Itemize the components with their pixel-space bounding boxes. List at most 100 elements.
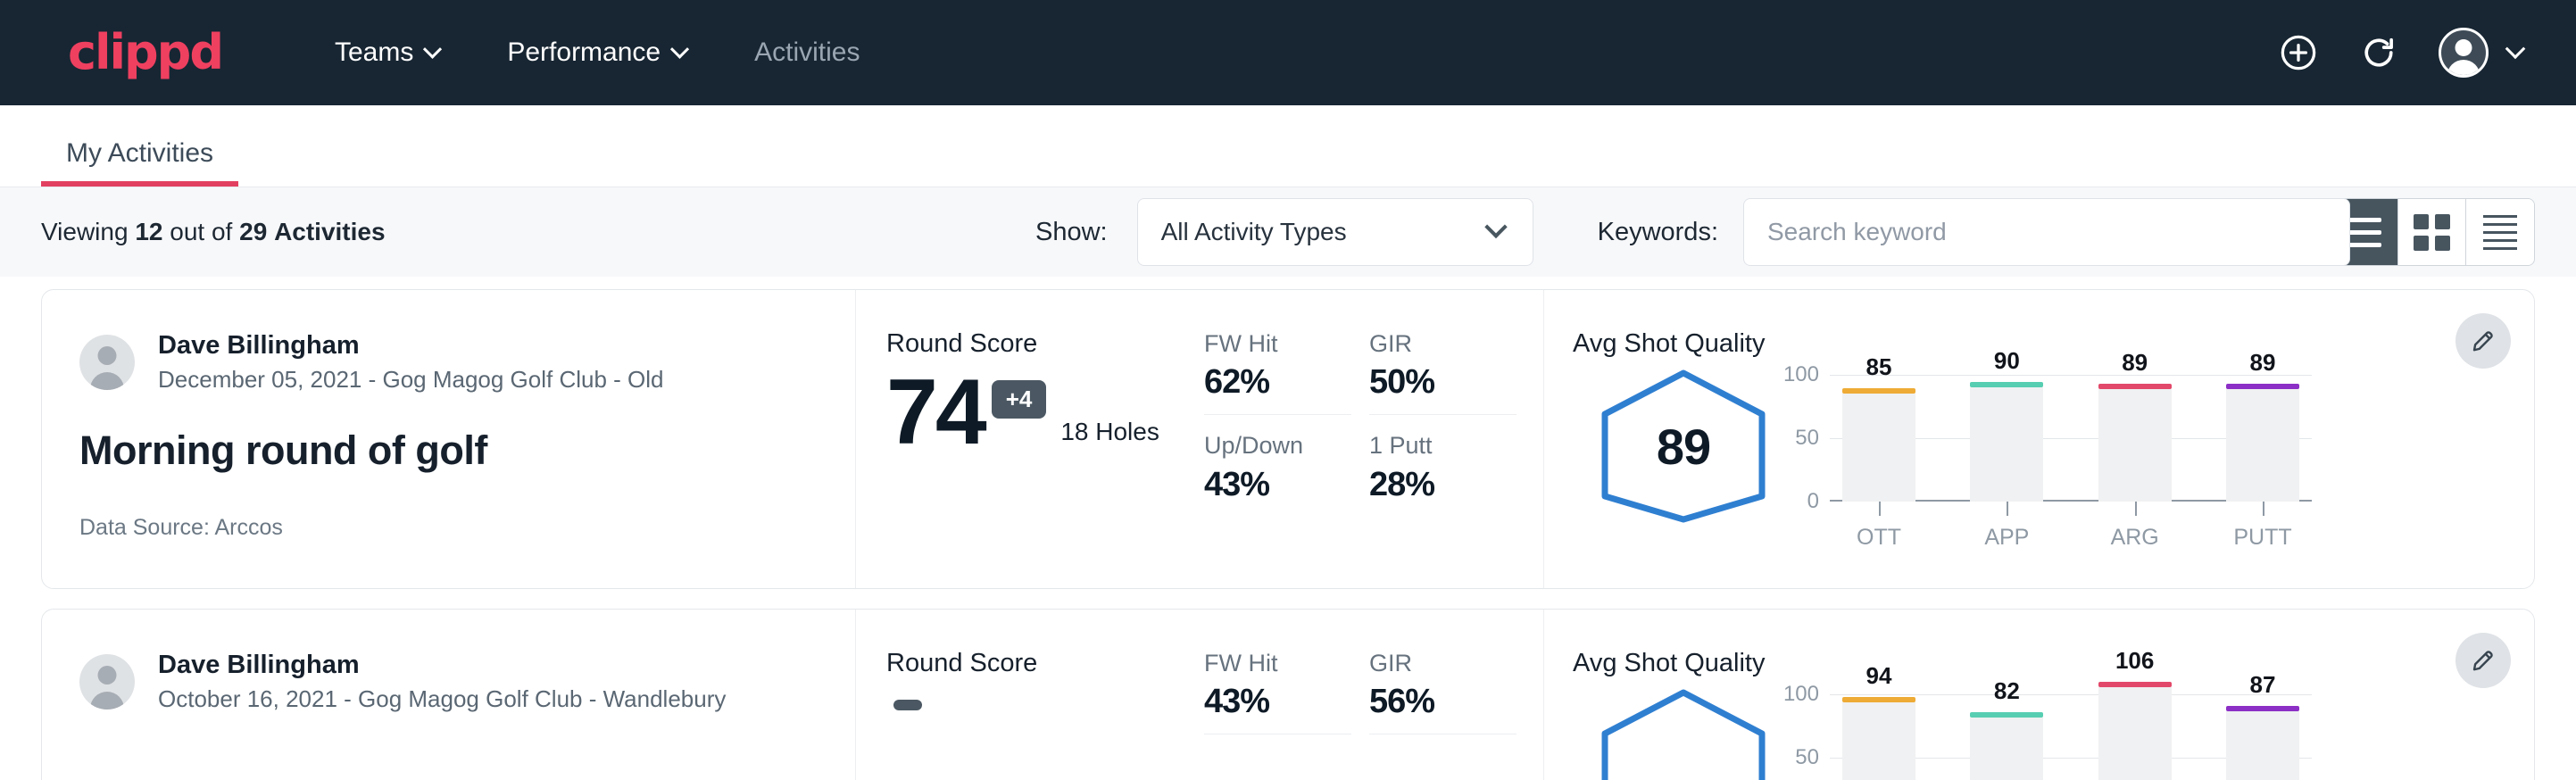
chart-bar-group: 82: [1970, 682, 2043, 780]
account-menu[interactable]: [2439, 28, 2522, 78]
chart-bar-value-label: 82: [1970, 677, 2043, 705]
chart-bar-cap: [2098, 384, 2172, 389]
stat-label: FW Hit: [1204, 649, 1351, 677]
stat-gir: GIR 56%: [1369, 649, 1517, 734]
viewing-middle: out of: [170, 218, 232, 245]
edit-activity-button[interactable]: [2456, 313, 2511, 369]
stats-grid: FW Hit 62% GIR 50% Up/Down 43% 1 Putt 28…: [1204, 290, 1543, 588]
avg-shot-quality-column: Avg Shot Quality 89 050100 85908989 OTTA…: [1543, 290, 2534, 588]
add-circle-icon[interactable]: [2278, 32, 2319, 73]
activity-card-list: Dave Billingham December 05, 2021 - Gog …: [0, 277, 2576, 780]
view-mode-grid-button[interactable]: [2398, 199, 2466, 265]
stat-value: 50%: [1369, 363, 1517, 402]
top-navigation-bar: clippd Teams Performance Activities: [0, 0, 2576, 105]
activity-card[interactable]: Dave Billingham December 05, 2021 - Gog …: [41, 289, 2535, 589]
chart-bars: 85 90 89 89: [1830, 362, 2312, 502]
nav-item-performance[interactable]: Performance: [473, 37, 720, 68]
avg-shot-quality-hexagon: 89: [1594, 366, 1773, 527]
score-to-par-badge: [893, 700, 922, 710]
primary-nav-links: Teams Performance Activities: [301, 37, 893, 68]
stat-label: GIR: [1369, 649, 1517, 677]
activity-card[interactable]: Dave Billingham October 16, 2021 - Gog M…: [41, 609, 2535, 780]
chart-bar-cap: [1842, 388, 1915, 394]
nav-item-teams-label: Teams: [335, 37, 413, 68]
viewing-total: 29: [239, 218, 267, 245]
stats-grid: FW Hit 43% GIR 56%: [1204, 610, 1543, 780]
chart-bar-value-label: 87: [2226, 671, 2299, 699]
chart-bar-cap: [2226, 384, 2299, 389]
nav-item-performance-label: Performance: [507, 37, 661, 68]
avatar: [2439, 28, 2489, 78]
chart-bar: [1970, 387, 2043, 502]
chart-bars: 94 82 106 87: [1830, 682, 2312, 780]
stat-label: Up/Down: [1204, 431, 1351, 460]
chart-bar-group: 89: [2226, 362, 2299, 502]
avatar: [79, 654, 135, 709]
chart-y-tick: 100: [1783, 362, 1819, 387]
chart-bar-group: 89: [2098, 362, 2172, 502]
chart-bar-cap: [2098, 682, 2172, 687]
chart-bar: [2098, 389, 2172, 502]
chart-bar-cap: [1970, 382, 2043, 387]
chart-bar: [2226, 711, 2299, 780]
chevron-down-icon: [670, 39, 689, 58]
stat-value: 43%: [1204, 683, 1351, 721]
tab-my-activities[interactable]: My Activities: [41, 138, 238, 187]
chart-y-tick: 100: [1783, 682, 1819, 707]
grid-view-icon: [2414, 214, 2450, 251]
show-label: Show:: [1035, 218, 1108, 247]
view-mode-compact-button[interactable]: [2466, 199, 2534, 265]
nav-item-teams[interactable]: Teams: [301, 37, 473, 68]
chart-y-tick: 0: [1807, 489, 1819, 514]
chevron-down-icon: [2505, 38, 2526, 59]
nav-item-activities[interactable]: Activities: [720, 37, 893, 68]
chart-plot-area: 94 82 106 87: [1830, 682, 2312, 780]
round-score-column: Round Score 74 +4 18 Holes: [856, 290, 1204, 588]
avg-shot-quality-label: Avg Shot Quality: [1573, 649, 2534, 678]
chart-bar-group: 85: [1842, 362, 1915, 502]
player-header: Dave Billingham October 16, 2021 - Gog M…: [79, 649, 819, 715]
stat-label: GIR: [1369, 329, 1517, 358]
edit-activity-button[interactable]: [2456, 633, 2511, 688]
viewing-count: 12: [135, 218, 162, 245]
chart-bar-value-label: 89: [2098, 349, 2172, 377]
player-header: Dave Billingham December 05, 2021 - Gog …: [79, 329, 819, 395]
tab-bar: My Activities: [0, 105, 2576, 187]
activity-type-select[interactable]: All Activity Types: [1137, 198, 1533, 266]
avg-shot-quality-hexagon: [1594, 685, 1773, 780]
chart-bar-group: 94: [1842, 682, 1915, 780]
stat-value: 43%: [1204, 466, 1351, 504]
chart-plot-area: 85 90 89 89: [1830, 362, 2312, 502]
chart-bar-cap: [2226, 706, 2299, 711]
filter-controls: Show: All Activity Types Keywords:: [1035, 198, 2350, 266]
search-input[interactable]: [1743, 198, 2350, 266]
chart-y-tick: 50: [1795, 745, 1819, 770]
score-to-par-badge: +4: [992, 380, 1047, 419]
avg-shot-quality-label: Avg Shot Quality: [1573, 329, 2534, 359]
chart-bar-group: 87: [2226, 682, 2299, 780]
activity-summary-column: Dave Billingham December 05, 2021 - Gog …: [42, 290, 856, 588]
data-source-label: Data Source: Arccos: [79, 515, 819, 541]
top-nav-actions: [2278, 28, 2522, 78]
shot-quality-chart: 050100 85 90 89 89 OTTAPPARGPUTT: [1773, 362, 2312, 553]
chart-bar-value-label: 106: [2098, 647, 2172, 675]
chart-bar-group: 106: [2098, 682, 2172, 780]
chart-y-axis: 050100: [1773, 682, 1830, 780]
chart-bar: [1842, 394, 1915, 502]
activity-title: Morning round of golf: [79, 427, 819, 474]
chart-bar-value-label: 85: [1842, 353, 1915, 381]
activity-type-select-value: All Activity Types: [1161, 218, 1347, 246]
chart-x-axis: OTTAPPARGPUTT: [1830, 502, 2312, 553]
round-score-label: Round Score: [886, 649, 1204, 678]
stat-value: 62%: [1204, 363, 1351, 402]
chart-y-axis: 050100: [1773, 362, 1830, 502]
stat-value: 28%: [1369, 466, 1517, 504]
stat-label: 1 Putt: [1369, 431, 1517, 460]
viewing-suffix: Activities: [274, 218, 386, 245]
refresh-icon[interactable]: [2358, 32, 2399, 73]
chevron-down-icon: [423, 39, 442, 58]
player-name: Dave Billingham: [158, 329, 664, 361]
chart-bar-group: 90: [1970, 362, 2043, 502]
results-count: Viewing 12 out of 29 Activities: [41, 218, 386, 246]
brand-logo[interactable]: clippd: [68, 29, 222, 77]
